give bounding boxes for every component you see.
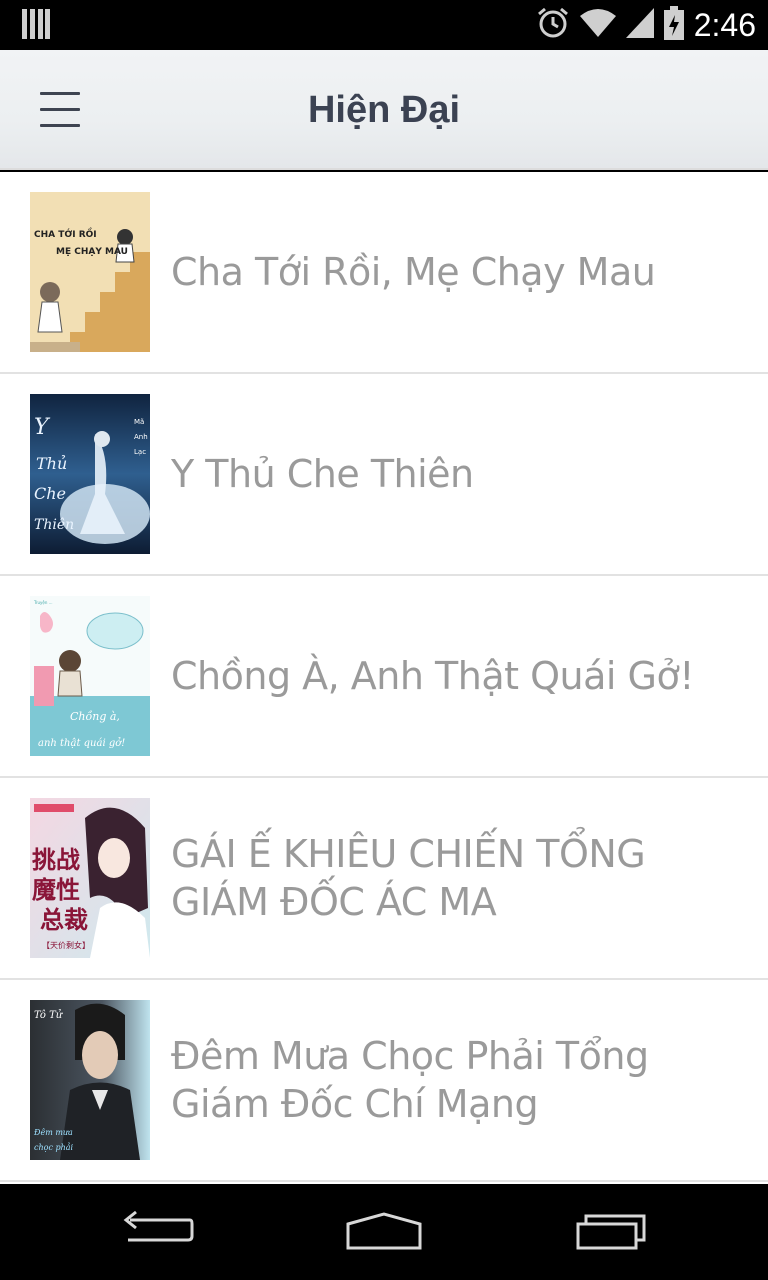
signal-icon bbox=[625, 8, 654, 42]
book-list: CHA TỚI RỒI MẸ CHẠY MAU Cha Tới Rồi, Mẹ … bbox=[0, 172, 768, 1184]
svg-text:Đêm mưa: Đêm mưa bbox=[33, 1128, 73, 1137]
home-icon[interactable] bbox=[324, 1202, 444, 1262]
list-item[interactable]: Chồng à, anh thật quái gở! Truyện ... Ch… bbox=[0, 576, 768, 778]
book-title: GÁI Ế KHIÊU CHIẾN TỔNG GIÁM ĐỐC ÁC MA bbox=[171, 832, 646, 924]
list-item[interactable]: Tô Tử Đêm mưa chọc phải Đêm Mưa Chọc Phả… bbox=[0, 980, 768, 1182]
svg-text:Anh: Anh bbox=[134, 433, 148, 441]
svg-text:MẸ CHẠY MAU: MẸ CHẠY MAU bbox=[56, 247, 128, 257]
svg-text:总裁: 总裁 bbox=[40, 905, 88, 934]
book-title: Đêm Mưa Chọc Phải Tổng Giám Đốc Chí Mạng bbox=[171, 1034, 649, 1126]
svg-text:Thủ: Thủ bbox=[36, 454, 67, 473]
notification-bars-icon bbox=[22, 9, 50, 39]
book-title: Y Thủ Che Thiên bbox=[171, 452, 474, 496]
hamburger-menu-icon[interactable] bbox=[28, 82, 92, 138]
book-cover: Tô Tử Đêm mưa chọc phải bbox=[30, 1000, 150, 1160]
app-bar: Hiện Đại bbox=[0, 50, 768, 170]
svg-text:魔性: 魔性 bbox=[32, 875, 80, 904]
status-bar: 2:46 bbox=[0, 0, 768, 50]
svg-text:chọc phải: chọc phải bbox=[34, 1143, 74, 1152]
recent-apps-icon[interactable] bbox=[550, 1202, 670, 1262]
book-cover: 挑战 魔性 总裁 【天价剩女】 bbox=[30, 798, 150, 958]
navigation-bar bbox=[0, 1184, 768, 1280]
svg-text:Y: Y bbox=[34, 415, 51, 440]
svg-text:Thiên: Thiên bbox=[34, 517, 74, 533]
svg-text:挑战: 挑战 bbox=[32, 845, 80, 874]
back-icon[interactable] bbox=[100, 1202, 220, 1262]
svg-text:Lạc: Lạc bbox=[134, 448, 146, 456]
svg-text:Chồng à,: Chồng à, bbox=[70, 710, 120, 723]
alarm-icon bbox=[536, 6, 570, 44]
book-title: Chồng À, Anh Thật Quái Gở! bbox=[171, 654, 694, 698]
svg-text:Che: Che bbox=[34, 484, 66, 503]
list-item[interactable]: CHA TỚI RỒI MẸ CHẠY MAU Cha Tới Rồi, Mẹ … bbox=[0, 172, 768, 374]
book-title: Cha Tới Rồi, Mẹ Chạy Mau bbox=[171, 250, 656, 294]
svg-text:anh thật quái gở!: anh thật quái gở! bbox=[38, 738, 125, 749]
book-cover: CHA TỚI RỒI MẸ CHẠY MAU bbox=[30, 192, 150, 352]
book-cover: Chồng à, anh thật quái gở! Truyện ... bbox=[30, 596, 150, 756]
list-item[interactable]: Y Thủ Che Thiên Mã Anh Lạc Y Thủ Che Thi… bbox=[0, 374, 768, 576]
battery-icon bbox=[663, 6, 684, 44]
clock: 2:46 bbox=[693, 6, 756, 43]
svg-text:【天价剩女】: 【天价剩女】 bbox=[42, 940, 90, 950]
wifi-icon bbox=[579, 8, 616, 42]
list-item[interactable]: 挑战 魔性 总裁 【天价剩女】 GÁI Ế KHIÊU CHIẾN TỔNG G… bbox=[0, 778, 768, 980]
svg-text:Truyện ...: Truyện ... bbox=[33, 600, 52, 605]
book-cover: Y Thủ Che Thiên Mã Anh Lạc bbox=[30, 394, 150, 554]
svg-text:Tô Tử: Tô Tử bbox=[34, 1010, 64, 1021]
page-title: Hiện Đại bbox=[307, 88, 461, 131]
svg-text:Mã: Mã bbox=[134, 418, 144, 426]
